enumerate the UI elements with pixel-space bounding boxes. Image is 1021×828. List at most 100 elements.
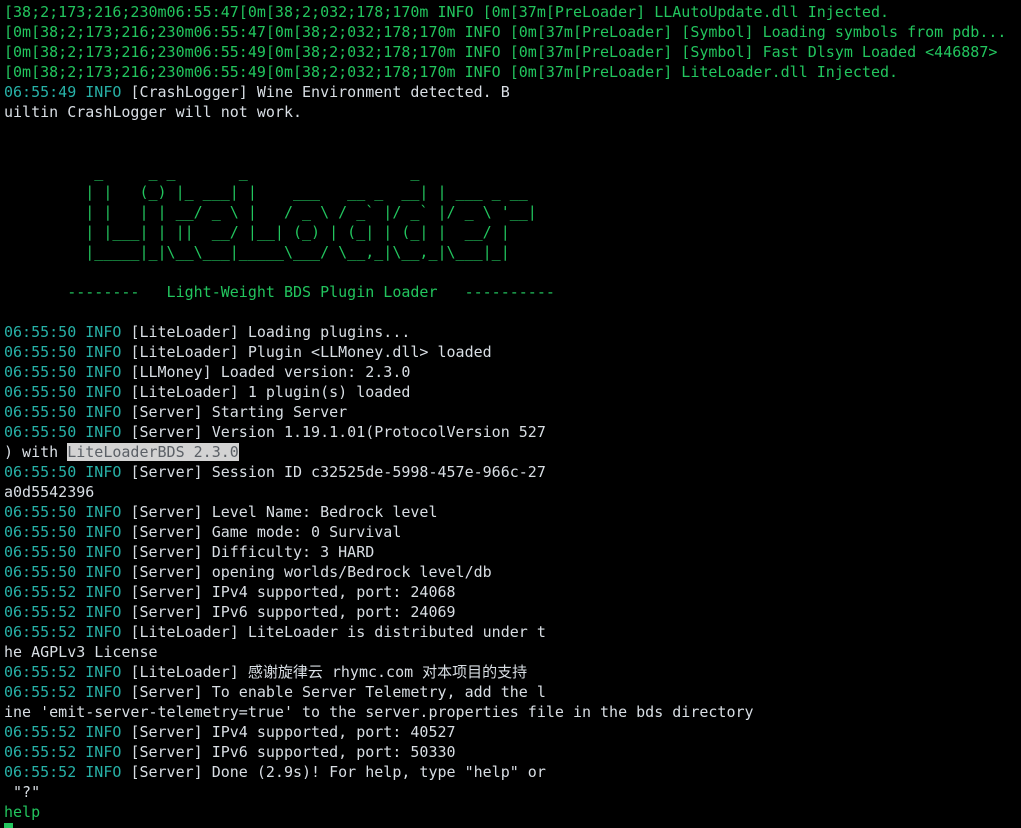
log-message: [LiteLoader] 1 plugin(s) loaded (130, 383, 411, 401)
log-line: 06:55:52 INFO [LiteLoader] LiteLoader is… (4, 622, 1017, 642)
text-cursor (4, 823, 13, 828)
log-line: 06:55:52 INFO [Server] IPv4 supported, p… (4, 582, 1017, 602)
log-wrap-line: he AGPLv3 License (4, 643, 158, 661)
log-message: [CrashLogger] Wine Environment detected.… (130, 83, 510, 101)
log-block: 06:55:52 INFO [LiteLoader] 感谢旋律云 rhymc.c… (4, 662, 1017, 702)
log-message: [LiteLoader] Plugin <LLMoney.dll> loaded (130, 343, 492, 361)
log-level: INFO (85, 343, 122, 361)
log-message: [Server] Game mode: 0 Survival (130, 523, 402, 541)
wrap-prefix: ) with (4, 443, 68, 461)
log-block: 06:55:50 INFO [Server] Session ID c32525… (4, 462, 1017, 482)
log-message: [Server] IPv6 supported, port: 24069 (130, 603, 456, 621)
raw-log-line: [0m[38;2;173;216;230m06:55:47[0m[38;2;03… (4, 23, 1007, 41)
raw-log-line: [38;2;173;216;230m06:55:47[0m[38;2;032;1… (4, 3, 890, 21)
log-timestamp: 06:55:50 (4, 423, 77, 441)
log-line: 06:55:50 INFO [Server] opening worlds/Be… (4, 562, 1017, 582)
log-level: INFO (85, 323, 122, 341)
selected-text[interactable]: LiteLoaderBDS 2.3.0 (67, 443, 239, 461)
log-timestamp: 06:55:52 (4, 603, 77, 621)
log-level: INFO (85, 423, 122, 441)
log-timestamp: 06:55:50 (4, 343, 77, 361)
log-message: [Server] opening worlds/Bedrock level/db (130, 563, 492, 581)
log-message: [LiteLoader] LiteLoader is distributed u… (130, 623, 546, 641)
log-level: INFO (85, 763, 122, 781)
banner-line: | |___| | || __/ |__| (_) | (_| | (_| | … (4, 223, 510, 241)
log-message: [Server] IPv4 supported, port: 24068 (130, 583, 456, 601)
ascii-banner: _ _ _ _ _ | | (_) |_ ___| | ___ __ _ __|… (4, 162, 1017, 262)
log-line: 06:55:50 INFO [Server] Version 1.19.1.01… (4, 422, 1017, 442)
log-wrap-line: uiltin CrashLogger will not work. (4, 103, 303, 121)
log-line: 06:55:50 INFO [Server] Session ID c32525… (4, 462, 1017, 482)
log-timestamp: 06:55:49 (4, 83, 77, 101)
log-timestamp: 06:55:52 (4, 663, 77, 681)
log-message: [LiteLoader] Loading plugins... (130, 323, 411, 341)
log-level: INFO (85, 543, 122, 561)
log-block: 06:55:52 INFO [Server] IPv4 supported, p… (4, 722, 1017, 782)
log-timestamp: 06:55:50 (4, 403, 77, 421)
log-level: INFO (85, 463, 122, 481)
raw-log-line: [0m[38;2;173;216;230m06:55:49[0m[38;2;03… (4, 43, 998, 61)
log-message: [Server] Version 1.19.1.01(ProtocolVersi… (130, 423, 546, 441)
log-level: INFO (85, 663, 122, 681)
log-timestamp: 06:55:50 (4, 503, 77, 521)
log-level: INFO (85, 683, 122, 701)
log-line: 06:55:50 INFO [LLMoney] Loaded version: … (4, 362, 1017, 382)
log-level: INFO (85, 623, 122, 641)
log-line: 06:55:49 INFO [CrashLogger] Wine Environ… (4, 82, 1017, 102)
log-line: 06:55:52 INFO [Server] IPv6 supported, p… (4, 602, 1017, 622)
log-message: [Server] Session ID c32525de-5998-457e-9… (130, 463, 546, 481)
log-message: [Server] IPv4 supported, port: 40527 (130, 723, 456, 741)
log-message: [Server] Starting Server (130, 403, 348, 421)
log-timestamp: 06:55:50 (4, 463, 77, 481)
banner-line: |_____|_|\__\___|_____\___/ \__,_|\__,_|… (4, 243, 510, 261)
log-message: [LiteLoader] 感谢旋律云 rhymc.com 对本项目的支持 (130, 663, 528, 681)
log-wrap-line: a0d5542396 (4, 483, 95, 501)
log-line: 06:55:50 INFO [LiteLoader] Loading plugi… (4, 322, 1017, 342)
log-timestamp: 06:55:52 (4, 583, 77, 601)
log-timestamp: 06:55:50 (4, 383, 77, 401)
log-timestamp: 06:55:52 (4, 623, 77, 641)
log-level: INFO (85, 403, 122, 421)
log-message: [LLMoney] Loaded version: 2.3.0 (130, 363, 411, 381)
log-wrap-line: ) with LiteLoaderBDS 2.3.0 (4, 442, 1017, 462)
log-block: 06:55:50 INFO [Server] Level Name: Bedro… (4, 502, 1017, 642)
log-timestamp: 06:55:50 (4, 363, 77, 381)
log-line: 06:55:50 INFO [Server] Starting Server (4, 402, 1017, 422)
command-input-line[interactable]: help (4, 802, 1017, 822)
log-timestamp: 06:55:50 (4, 563, 77, 581)
log-line: 06:55:50 INFO [LiteLoader] 1 plugin(s) l… (4, 382, 1017, 402)
log-line: 06:55:50 INFO [LiteLoader] Plugin <LLMon… (4, 342, 1017, 362)
log-level: INFO (85, 723, 122, 741)
log-timestamp: 06:55:50 (4, 543, 77, 561)
log-level: INFO (85, 503, 122, 521)
log-message: [Server] Done (2.9s)! For help, type "he… (130, 763, 546, 781)
log-level: INFO (85, 523, 122, 541)
log-level: INFO (85, 743, 122, 761)
log-line: 06:55:50 INFO [Server] Game mode: 0 Surv… (4, 522, 1017, 542)
cursor-line[interactable] (4, 822, 1017, 828)
log-block: 06:55:50 INFO [LiteLoader] Loading plugi… (4, 322, 1017, 442)
log-level: INFO (85, 383, 122, 401)
banner-subtitle: -------- Light-Weight BDS Plugin Loader … (4, 283, 555, 301)
log-wrap-line: "?" (4, 783, 41, 801)
log-timestamp: 06:55:50 (4, 323, 77, 341)
log-level: INFO (85, 363, 122, 381)
raw-log-line: [0m[38;2;173;216;230m06:55:49[0m[38;2;03… (4, 63, 899, 81)
log-line: 06:55:52 INFO [Server] Done (2.9s)! For … (4, 762, 1017, 782)
banner-line: | | (_) |_ ___| | ___ __ _ __| | ___ _ _… (4, 183, 528, 201)
log-level: INFO (85, 563, 122, 581)
log-line: 06:55:50 INFO [Server] Level Name: Bedro… (4, 502, 1017, 522)
log-line: 06:55:52 INFO [LiteLoader] 感谢旋律云 rhymc.c… (4, 662, 1017, 682)
log-timestamp: 06:55:52 (4, 763, 77, 781)
log-line: 06:55:52 INFO [Server] IPv4 supported, p… (4, 722, 1017, 742)
log-timestamp: 06:55:52 (4, 683, 77, 701)
log-line: 06:55:52 INFO [Server] IPv6 supported, p… (4, 742, 1017, 762)
log-message: [Server] Level Name: Bedrock level (130, 503, 438, 521)
terminal-window[interactable]: [38;2;173;216;230m06:55:47[0m[38;2;032;1… (0, 0, 1021, 828)
log-level: INFO (85, 603, 122, 621)
typed-command[interactable]: help (4, 803, 40, 821)
